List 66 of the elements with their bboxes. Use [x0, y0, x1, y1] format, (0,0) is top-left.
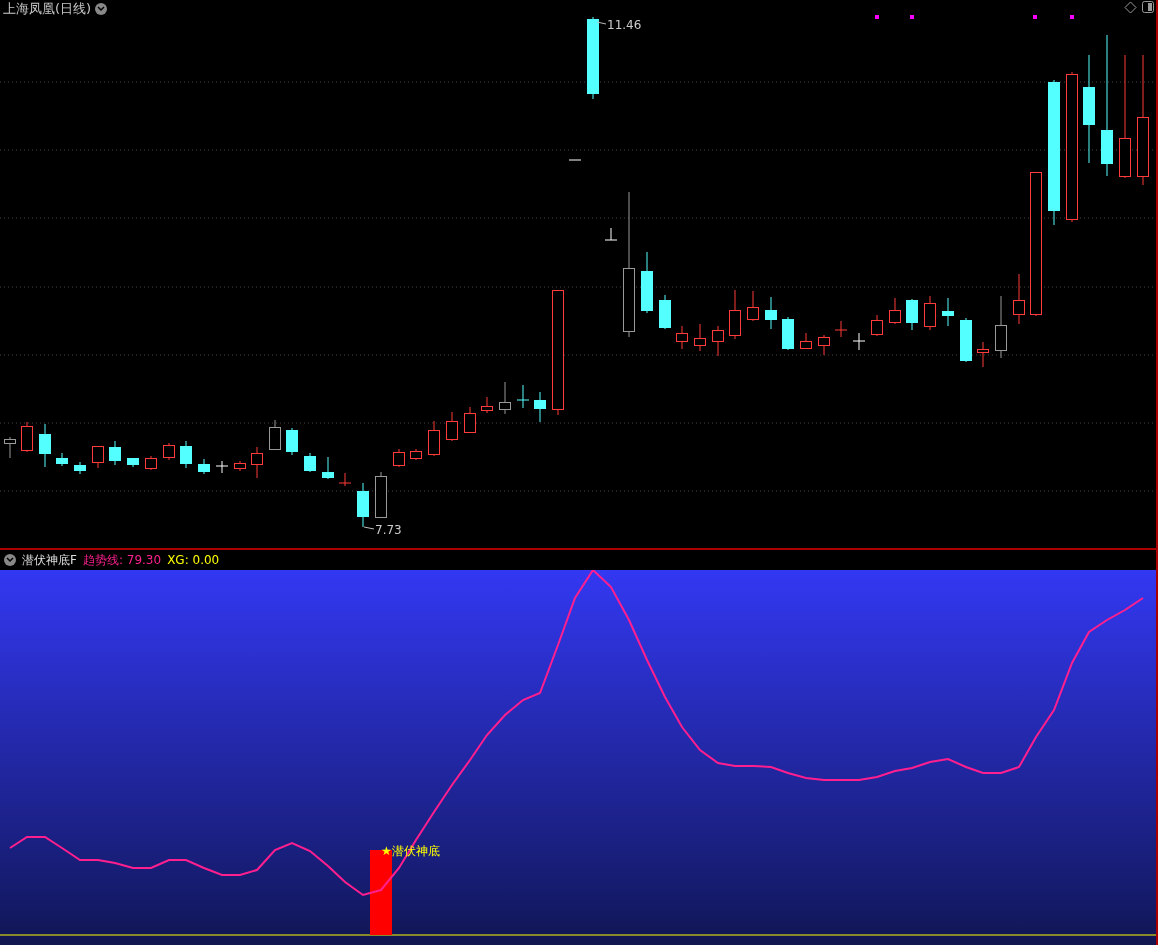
- candlestick: [942, 297, 954, 327]
- candlestick: [960, 317, 972, 363]
- candlestick: [92, 445, 104, 469]
- low-price-label: 7.73: [375, 523, 402, 537]
- candlestick: [56, 452, 68, 467]
- candlestick: [357, 482, 369, 528]
- candlestick: [818, 334, 830, 356]
- dropdown-icon[interactable]: [4, 554, 16, 566]
- candlestick: [446, 411, 458, 442]
- leader-line: [596, 21, 607, 25]
- chart-title: 上海凤凰(日线): [3, 0, 92, 18]
- dropdown-icon[interactable]: [95, 3, 108, 15]
- candlestick: [765, 296, 777, 330]
- candlestick: [834, 320, 848, 338]
- candlestick: [871, 314, 883, 337]
- candlestick: [410, 448, 422, 461]
- candlestick: [659, 294, 671, 330]
- candlestick: [39, 423, 51, 468]
- candlestick: [180, 440, 192, 469]
- candlestick: [375, 471, 387, 519]
- indicator-value: XG: 0.00: [167, 553, 220, 567]
- candlestick: [464, 406, 476, 434]
- candlestick: [924, 295, 936, 331]
- candlestick: [1013, 273, 1025, 325]
- candlestick: [109, 440, 121, 466]
- candlestick: [694, 323, 706, 352]
- candlestick: [393, 448, 405, 468]
- candlestick: [163, 442, 175, 461]
- candlestick: [516, 384, 530, 409]
- candlestick: [906, 298, 918, 331]
- candlestick: [889, 297, 901, 325]
- candlestick: [234, 460, 246, 472]
- candlestick: [215, 460, 229, 474]
- candlestick: [4, 436, 16, 459]
- candlestick: [747, 290, 759, 322]
- candlestick: [269, 419, 281, 451]
- candlestick: [641, 251, 653, 314]
- candlestick: [481, 396, 493, 414]
- candlestick: [322, 456, 334, 480]
- candlestick: [676, 325, 688, 350]
- panel-toggle-icon[interactable]: [1142, 1, 1154, 13]
- candlestick: [251, 446, 263, 479]
- candlestick: [428, 420, 440, 457]
- candlestick: [782, 316, 794, 351]
- candlestick: [304, 452, 316, 473]
- indicator-value: 趋势线: 79.30: [82, 551, 162, 569]
- candlestick: [604, 227, 618, 241]
- candlestick: [995, 295, 1007, 359]
- candlestick: [127, 457, 139, 468]
- candlestick: [977, 341, 989, 368]
- high-price-label: 11.46: [607, 18, 642, 32]
- candlestick: [852, 332, 866, 351]
- candlestick: [712, 325, 724, 357]
- candlestick: [198, 458, 210, 475]
- candlestick: [534, 391, 546, 423]
- candlestick: [499, 381, 511, 415]
- candlestick: [729, 289, 741, 340]
- candlestick: [145, 455, 157, 471]
- candlestick: [338, 472, 352, 487]
- candlestick: [21, 421, 33, 453]
- leader-line: [363, 526, 375, 530]
- candlestick: [74, 461, 86, 475]
- candlestick: [800, 332, 812, 350]
- candlestick: [568, 159, 582, 161]
- candlestick: [286, 427, 298, 456]
- indicator-name: 潜伏神底F: [22, 551, 77, 569]
